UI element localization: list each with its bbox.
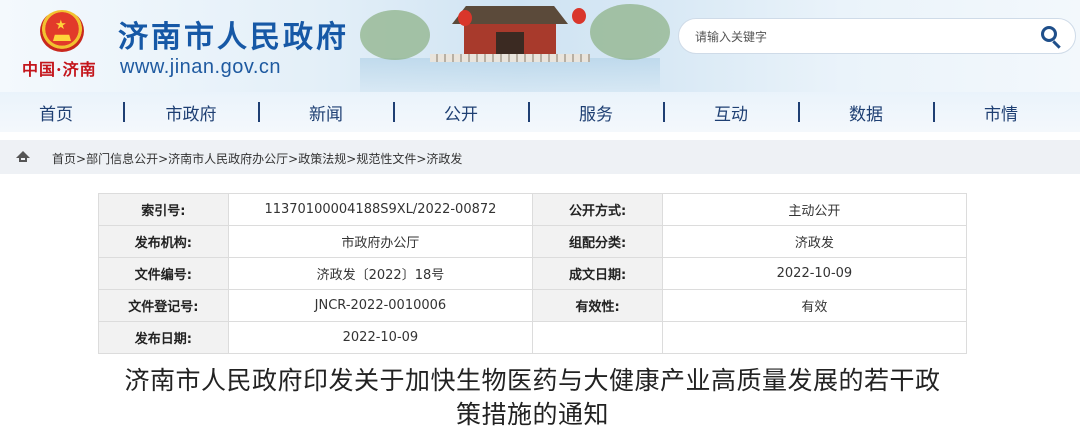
info-value: 11370100004188S9XL/2022-00872: [227, 193, 534, 226]
info-value: 有效: [661, 289, 968, 322]
breadcrumb: 首页>部门信息公开>济南市人民政府办公厅>政策法规>规范性文件>济政发: [52, 150, 462, 167]
national-emblem-icon: ★: [40, 10, 84, 52]
info-value: 2022-10-09: [227, 321, 534, 354]
info-key: 公开方式:: [532, 193, 663, 226]
info-value: JNCR-2022-0010006: [227, 289, 534, 322]
nav-item-services[interactable]: 服务: [541, 100, 651, 125]
nav-divider: [123, 102, 125, 122]
info-value: [661, 321, 968, 354]
breadcrumb-separator: >: [76, 152, 87, 166]
site-title[interactable]: 济南市人民政府: [118, 12, 349, 56]
info-key: 发布机构:: [98, 225, 229, 258]
breadcrumb-item[interactable]: 济南市人民政府办公厅: [168, 152, 288, 166]
home-icon[interactable]: [16, 151, 30, 163]
nav-divider: [663, 102, 665, 122]
nav-item-interaction[interactable]: 互动: [676, 100, 786, 125]
info-key: 文件编号:: [98, 257, 229, 290]
search-input[interactable]: [695, 26, 1025, 48]
info-key: 发布日期:: [98, 321, 229, 354]
table-row: 文件登记号: JNCR-2022-0010006 有效性: 有效: [98, 289, 968, 322]
main-nav: 首页 市政府 新闻 公开 服务 互动 数据 市情: [0, 92, 1080, 132]
info-value: 济政发: [661, 225, 968, 258]
table-row: 索引号: 11370100004188S9XL/2022-00872 公开方式:…: [98, 193, 968, 226]
breadcrumb-separator: >: [158, 152, 169, 166]
breadcrumb-item[interactable]: 政策法规: [298, 152, 346, 166]
article-title: 济南市人民政府印发关于加快生物医药与大健康产业高质量发展的若干政 策措施的通知: [90, 364, 975, 432]
info-value: 济政发〔2022〕18号: [227, 257, 534, 290]
nav-item-home[interactable]: 首页: [1, 100, 111, 125]
breadcrumb-separator: >: [288, 152, 299, 166]
breadcrumb-separator: >: [416, 152, 427, 166]
info-key: 成文日期:: [532, 257, 663, 290]
nav-divider: [393, 102, 395, 122]
banner-scenery-image: [360, 0, 670, 92]
document-info-table: 索引号: 11370100004188S9XL/2022-00872 公开方式:…: [98, 193, 968, 354]
search-button[interactable]: [1037, 23, 1065, 51]
info-key: 组配分类:: [532, 225, 663, 258]
search-box: [678, 18, 1076, 54]
nav-item-news[interactable]: 新闻: [271, 100, 381, 125]
breadcrumb-item[interactable]: 部门信息公开: [86, 152, 158, 166]
breadcrumb-item[interactable]: 济政发: [426, 152, 462, 166]
nav-divider: [798, 102, 800, 122]
article-title-line: 策措施的通知: [455, 400, 609, 429]
site-url[interactable]: www.jinan.gov.cn: [120, 56, 281, 79]
nav-divider: [258, 102, 260, 122]
table-row: 发布日期: 2022-10-09: [98, 321, 968, 354]
nav-item-data[interactable]: 数据: [811, 100, 921, 125]
nav-item-government[interactable]: 市政府: [136, 100, 246, 125]
nav-item-city-info[interactable]: 市情: [946, 100, 1056, 125]
table-row: 发布机构: 市政府办公厅 组配分类: 济政发: [98, 225, 968, 258]
nav-divider: [933, 102, 935, 122]
info-key: 索引号:: [98, 193, 229, 226]
info-value: 2022-10-09: [661, 257, 968, 290]
info-value: 市政府办公厅: [227, 225, 534, 258]
article-title-line: 济南市人民政府印发关于加快生物医药与大健康产业高质量发展的若干政: [124, 366, 941, 395]
nav-item-disclosure[interactable]: 公开: [406, 100, 516, 125]
info-key: [532, 321, 663, 354]
info-value: 主动公开: [661, 193, 968, 226]
brand-subtitle: 中国·济南: [22, 60, 97, 79]
breadcrumb-item[interactable]: 规范性文件: [356, 152, 416, 166]
table-row: 文件编号: 济政发〔2022〕18号 成文日期: 2022-10-09: [98, 257, 968, 290]
info-key: 文件登记号:: [98, 289, 229, 322]
header-banner: ★ 中国·济南 济南市人民政府 www.jinan.gov.cn: [0, 0, 1080, 92]
nav-divider: [528, 102, 530, 122]
breadcrumb-item[interactable]: 首页: [52, 152, 76, 166]
info-key: 有效性:: [532, 289, 663, 322]
breadcrumb-separator: >: [346, 152, 357, 166]
